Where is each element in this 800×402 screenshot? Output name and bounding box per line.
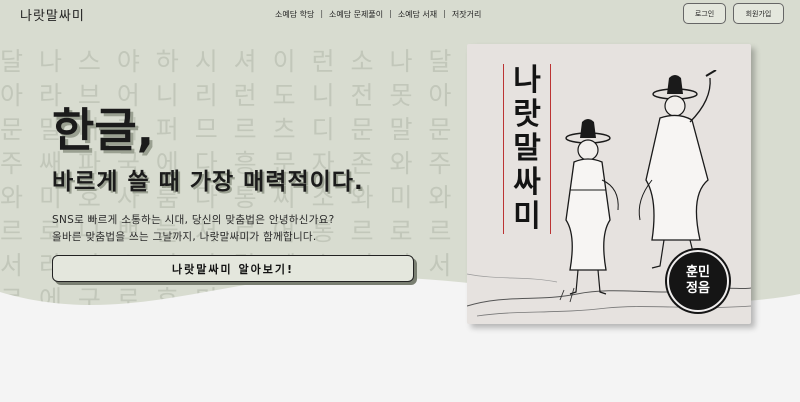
login-button[interactable]: 로그인 (683, 3, 726, 24)
hunminjeongeum-seal: 훈민 정음 (667, 250, 729, 312)
hero-title: 한글, (52, 103, 155, 157)
header: 나랏말싸미 소예담 학당 | 소예담 문제풀이 | 소예담 서재 | 저잣거리 … (0, 0, 800, 30)
nav-divider: | (443, 9, 446, 18)
title-char: 미 (513, 199, 541, 234)
title-char: 싸 (513, 165, 541, 200)
nav-item-quiz[interactable]: 소예담 문제풀이 (329, 9, 383, 20)
nav-divider: | (320, 9, 324, 18)
title-char: 말 (513, 131, 541, 166)
pattern-row: 달 나 스 야 하 시 셔 이 런 소 나 달 소 (0, 47, 495, 76)
title-char: 나 (513, 63, 541, 98)
nav-item-market[interactable]: 저잣거리 (452, 9, 481, 20)
title-char: 랏 (513, 97, 541, 132)
seal-text: 훈민 (686, 265, 710, 280)
main-nav: 소예담 학당 | 소예담 문제풀이 | 소예담 서재 | 저잣거리 (275, 9, 481, 20)
learn-more-button[interactable]: 나랏말싸미 알아보기! (52, 255, 414, 282)
hero-description: 올바른 맞춤법을 쓰는 그날까지, 나랏말싸미가 함께합니다. (52, 231, 317, 243)
signup-button[interactable]: 회원가입 (733, 3, 784, 24)
nav-divider: | (389, 9, 392, 18)
logo[interactable]: 나랏말싸미 (20, 5, 85, 24)
hero-subtitle: 바르게 쓸 때 가장 매력적이다. (52, 169, 364, 195)
hero-description: SNS로 빠르게 소통하는 시대, 당신의 맞춤법은 안녕하신가요? (52, 214, 335, 226)
seal-text: 정음 (686, 281, 710, 296)
nav-item-academy[interactable]: 소예담 학당 (275, 9, 314, 20)
nav-item-library[interactable]: 소예담 서재 (398, 9, 437, 20)
